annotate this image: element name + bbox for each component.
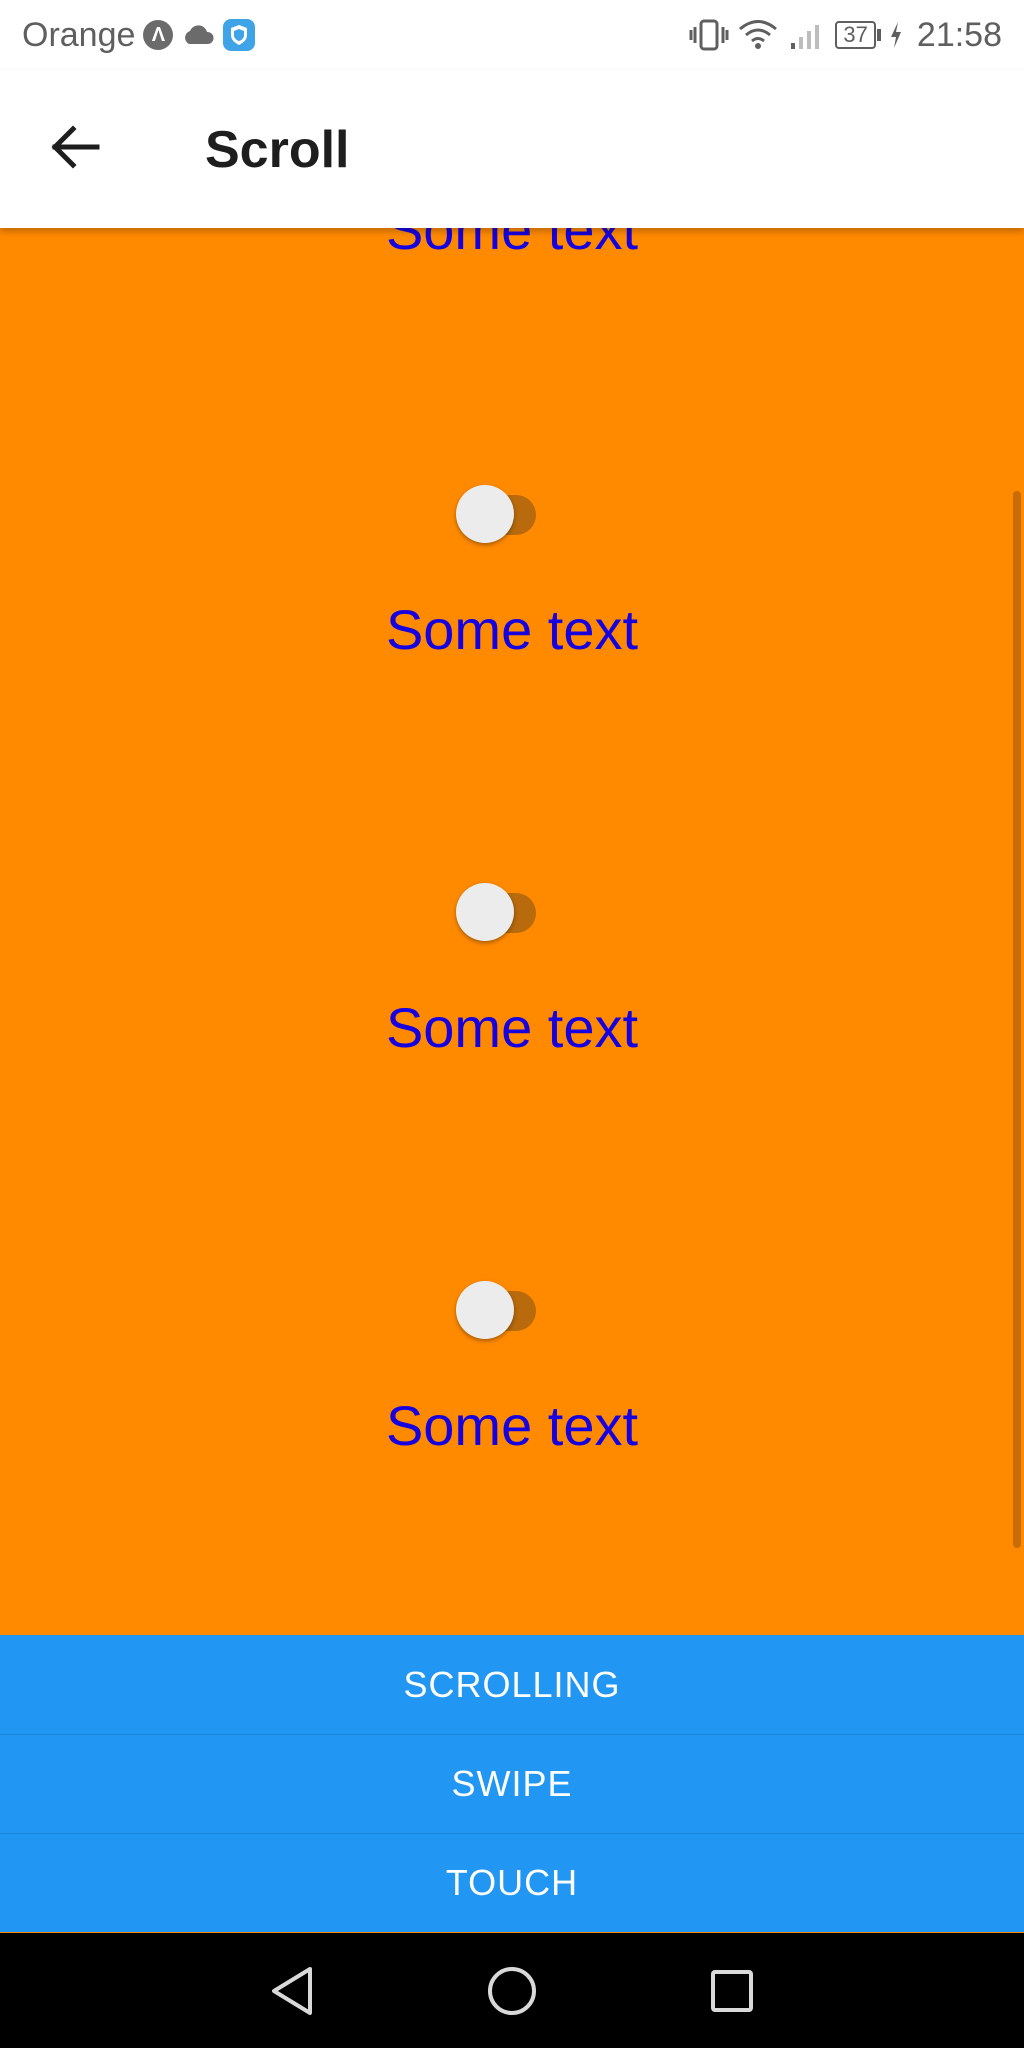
app-badge-icon: Λ	[143, 20, 174, 50]
app-bar: Scroll	[0, 70, 1024, 228]
page-title: Scroll	[205, 121, 350, 179]
home-circle-icon	[488, 1966, 536, 2015]
battery-tip	[876, 29, 881, 41]
vibrate-icon	[689, 19, 729, 51]
back-button[interactable]	[40, 112, 110, 182]
battery-level: 37	[835, 21, 876, 49]
scrolling-button[interactable]: SCROLLING	[0, 1635, 1024, 1734]
toggle-switch[interactable]	[454, 1273, 546, 1339]
swipe-button[interactable]: SWIPE	[0, 1734, 1024, 1833]
scrollbar[interactable]	[1013, 491, 1021, 1548]
screen: Orange Λ 37 21:58 Scroll Some text Some …	[0, 0, 1024, 2048]
switch-thumb	[456, 883, 514, 941]
recents-square-icon	[711, 1969, 753, 2012]
arrow-left-icon	[51, 125, 100, 169]
shield-icon	[223, 19, 256, 51]
nav-back-button[interactable]	[257, 1956, 327, 2026]
status-bar-left: Orange Λ	[22, 15, 256, 55]
charging-icon	[889, 21, 903, 49]
back-triangle-icon	[272, 1966, 312, 2015]
status-bar: Orange Λ 37 21:58	[0, 0, 1024, 70]
cloud-icon	[181, 24, 215, 46]
status-bar-right: 37 21:58	[689, 16, 1002, 55]
switch-thumb	[456, 485, 514, 543]
item-text: Some text	[385, 598, 639, 661]
signal-icon	[787, 19, 827, 51]
item-text: Some text	[385, 228, 639, 261]
carrier-name: Orange	[22, 15, 136, 54]
nav-recents-button[interactable]	[697, 1956, 767, 2026]
touch-button[interactable]: TOUCH	[0, 1833, 1024, 1932]
item-text: Some text	[385, 1394, 639, 1457]
system-nav-bar	[0, 1933, 1024, 2048]
battery-icon: 37	[835, 21, 881, 49]
toggle-switch[interactable]	[454, 477, 546, 543]
scroll-view[interactable]: Some text Some text Some text Some text	[0, 228, 1024, 1635]
wifi-icon	[737, 19, 779, 51]
toggle-switch[interactable]	[454, 875, 546, 941]
nav-home-button[interactable]	[477, 1956, 547, 2026]
switch-thumb	[456, 1281, 514, 1339]
clock-time: 21:58	[916, 15, 1002, 54]
action-button-group: SCROLLING SWIPE TOUCH	[0, 1635, 1024, 1933]
item-text: Some text	[385, 996, 639, 1059]
